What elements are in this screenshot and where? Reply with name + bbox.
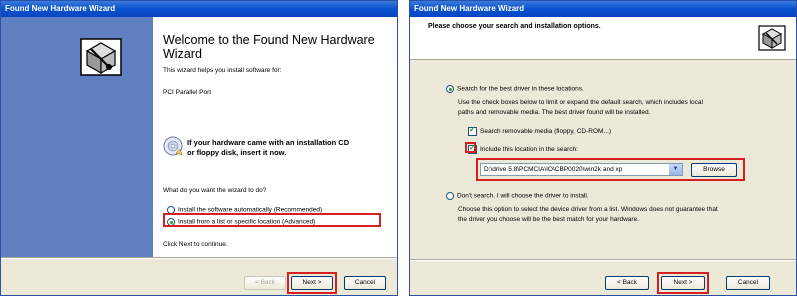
highlight-box [163, 213, 381, 227]
dont-search-description-line2: the driver you choose will be the best m… [458, 216, 640, 223]
wizard-header: Please choose your search and installati… [410, 17, 796, 60]
checkbox[interactable] [468, 125, 477, 136]
cancel-button[interactable]: Cancel [726, 276, 770, 290]
radio-dont-search[interactable]: Don't search. I will choose the driver t… [446, 192, 589, 200]
radio-button-selected[interactable] [446, 85, 454, 93]
cd-prompt-line1: If your hardware came with an installati… [187, 138, 350, 147]
cancel-button[interactable]: Cancel [344, 276, 386, 290]
checkbox-removable-media[interactable]: Search removable media (floppy, CD-ROM..… [468, 125, 612, 136]
radio-search-best-driver[interactable]: Search for the best driver in these loca… [446, 85, 584, 93]
title-bar[interactable]: Found New Hardware Wizard [410, 1, 796, 17]
hardware-wizard-icon [758, 25, 786, 51]
checkbox-label: Include this location in the search: [480, 146, 578, 154]
highlight-box [657, 272, 709, 294]
search-options-window: Found New Hardware Wizard Please choose … [409, 0, 797, 296]
back-button[interactable]: < Back [244, 276, 286, 290]
wizard-content: Welcome to the Found New Hardware Wizard… [153, 17, 397, 257]
question-label: What do you want the wizard to do? [163, 187, 267, 194]
intro-text: This wizard helps you install software f… [163, 67, 282, 74]
continue-hint: Click Next to continue. [163, 241, 228, 248]
dont-search-description-line1: Choose this option to select the device … [458, 206, 718, 213]
checkbox-include-location[interactable]: Include this location in the search: [468, 143, 578, 154]
search-description-line2: paths and removable media. The best driv… [458, 109, 651, 116]
cd-icon [163, 136, 183, 156]
highlight-box [476, 158, 745, 181]
divider [1, 257, 397, 259]
device-name: PCI Parallel Port [163, 89, 212, 96]
wizard-side-panel [1, 17, 153, 257]
insert-media-prompt: If your hardware came with an installati… [187, 138, 387, 158]
page-title: Welcome to the Found New Hardware Wizard [163, 33, 375, 61]
back-button[interactable]: < Back [605, 276, 649, 290]
checkbox-label: Search removable media (floppy, CD-ROM..… [480, 128, 612, 136]
page-title: Please choose your search and installati… [428, 23, 601, 30]
search-description-line1: Use the check boxes below to limit or ex… [458, 99, 703, 106]
radio-label: Search for the best driver in these loca… [457, 85, 584, 93]
highlight-box [287, 272, 337, 294]
highlight-box [465, 142, 476, 153]
divider [410, 259, 796, 261]
hardware-wizard-icon [80, 38, 122, 76]
title-bar[interactable]: Found New Hardware Wizard [1, 1, 397, 17]
radio-label: Don't search. I will choose the driver t… [457, 192, 589, 200]
cd-prompt-line2: or floppy disk, insert it now. [187, 148, 287, 157]
welcome-wizard-window: Found New Hardware Wizard Welcome to the… [0, 0, 398, 296]
radio-button[interactable] [446, 192, 454, 200]
